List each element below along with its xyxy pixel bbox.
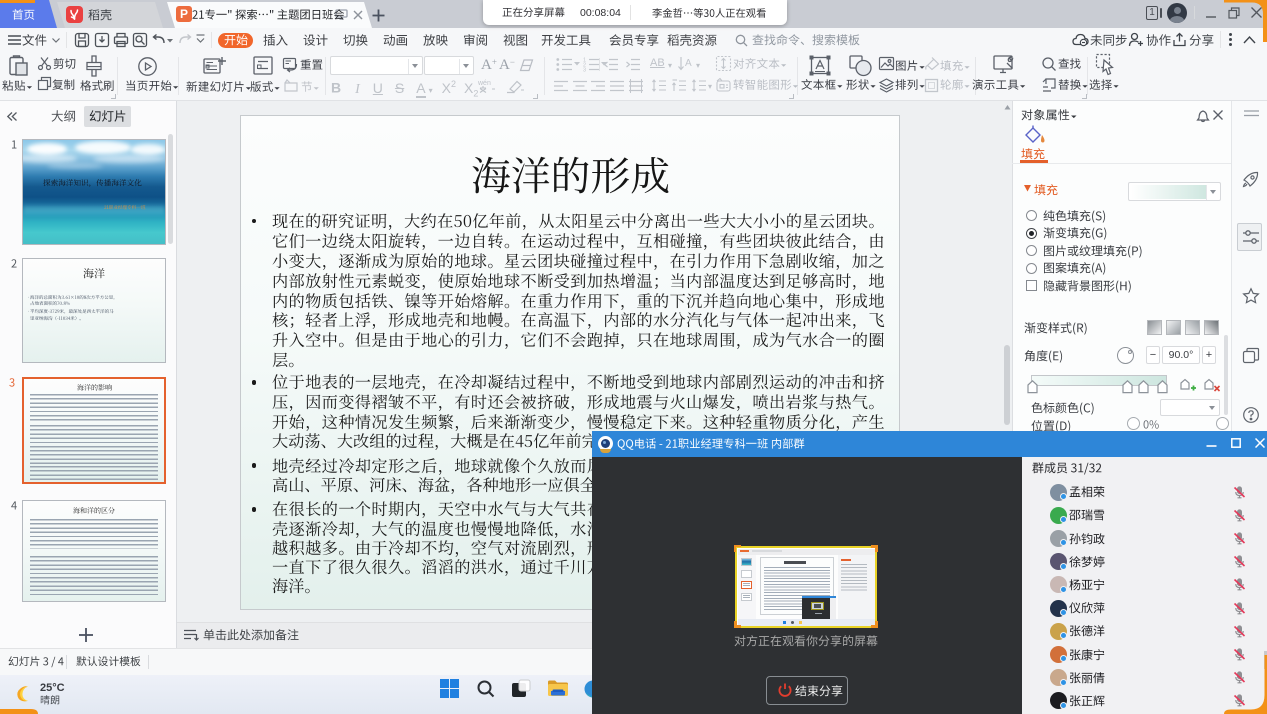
svg-text:3: 3 [583, 68, 586, 74]
svg-text:A: A [685, 58, 692, 69]
svg-text:wén: wén [477, 80, 491, 87]
